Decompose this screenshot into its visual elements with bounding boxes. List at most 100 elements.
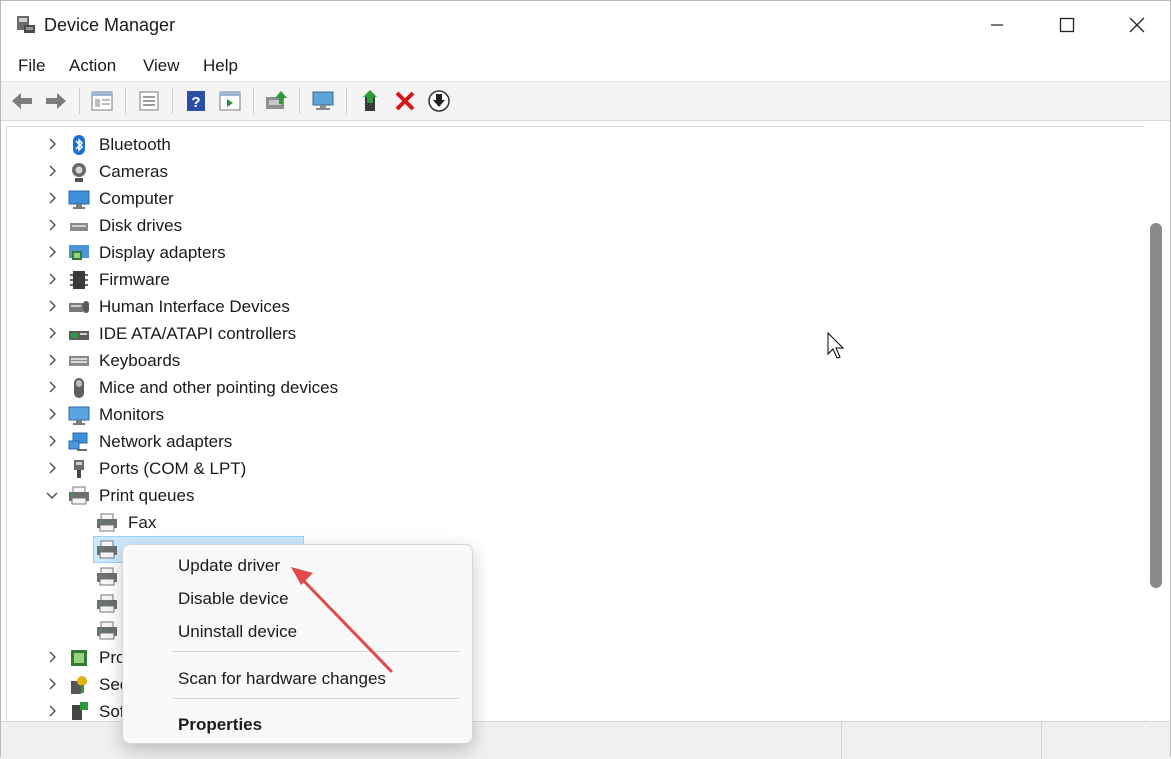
device-manager-icon xyxy=(17,16,35,33)
tree-category-hid[interactable]: Human Interface Devices xyxy=(7,293,1145,320)
scrollbar-thumb[interactable] xyxy=(1150,223,1162,588)
maximize-icon xyxy=(1059,17,1075,32)
chevron-right-icon[interactable] xyxy=(45,326,59,340)
action-pane-button[interactable] xyxy=(218,89,242,113)
tree-category-label: IDE ATA/ATAPI controllers xyxy=(99,324,297,343)
processor-icon xyxy=(71,650,87,666)
menu-scan-hardware[interactable]: Scan for hardware changes xyxy=(178,669,386,689)
tree-category-computer[interactable]: Computer xyxy=(7,185,1145,212)
uninstall-device-button[interactable] xyxy=(393,89,417,113)
tree-category-label: Ports (COM & LPT) xyxy=(99,459,247,478)
chevron-right-icon[interactable] xyxy=(45,299,59,313)
properties-icon xyxy=(139,91,159,111)
help-button[interactable]: ? xyxy=(184,89,208,113)
tree-category-label: Human Interface Devices xyxy=(99,297,290,316)
ide-controller-icon xyxy=(69,331,89,340)
computer-icon xyxy=(68,190,90,209)
chevron-right-icon[interactable] xyxy=(45,407,59,421)
context-menu: Update driver Disable device Uninstall d… xyxy=(122,544,473,744)
chevron-right-icon[interactable] xyxy=(45,677,59,691)
tree-category-bluetooth[interactable]: Bluetooth xyxy=(7,131,1145,158)
tree-item-print-queue[interactable]: Fax xyxy=(7,509,1145,536)
network-adapter-icon xyxy=(68,432,88,451)
show-hide-tree-icon xyxy=(91,91,113,111)
tree-category-network-adapter[interactable]: Network adapters xyxy=(7,428,1145,455)
security-device-icon xyxy=(71,676,87,694)
properties-button[interactable] xyxy=(137,89,161,113)
chevron-down-icon[interactable] xyxy=(45,488,59,502)
chevron-right-icon[interactable] xyxy=(45,650,59,664)
chevron-right-icon[interactable] xyxy=(45,461,59,475)
menu-help[interactable]: Help xyxy=(203,56,238,76)
menu-uninstall-device[interactable]: Uninstall device xyxy=(178,622,297,642)
printer-icon xyxy=(97,513,117,532)
back-button[interactable] xyxy=(10,89,34,113)
menu-update-driver[interactable]: Update driver xyxy=(178,556,280,576)
tree-category-display-adapter[interactable]: Display adapters xyxy=(7,239,1145,266)
action-pane-icon xyxy=(219,91,241,111)
scan-hardware-button[interactable] xyxy=(311,89,335,113)
port-icon xyxy=(74,460,84,478)
close-icon xyxy=(1129,17,1145,32)
chevron-right-icon[interactable] xyxy=(45,353,59,367)
chevron-right-icon[interactable] xyxy=(45,218,59,232)
tree-category-label: Mice and other pointing devices xyxy=(99,378,339,397)
maximize-button[interactable] xyxy=(1032,1,1102,48)
chevron-right-icon[interactable] xyxy=(45,704,59,718)
mouse-icon xyxy=(74,378,84,398)
tree-category-firmware[interactable]: Firmware xyxy=(7,266,1145,293)
enable-device-button[interactable] xyxy=(359,89,383,113)
status-segment xyxy=(841,722,1042,759)
tree-category-disk-drive[interactable]: Disk drives xyxy=(7,212,1145,239)
tree-category-port[interactable]: Ports (COM & LPT) xyxy=(7,455,1145,482)
update-driver-button[interactable] xyxy=(264,89,288,113)
scan-hardware-icon xyxy=(312,91,334,110)
tree-category-camera[interactable]: Cameras xyxy=(7,158,1145,185)
tree-category-label: Firmware xyxy=(99,270,170,289)
window-title: Device Manager xyxy=(44,15,176,35)
menu-bar: File Action View Help xyxy=(1,48,1170,82)
enable-device-icon xyxy=(363,90,377,111)
chevron-right-icon[interactable] xyxy=(45,137,59,151)
forward-button[interactable] xyxy=(44,89,68,113)
chevron-right-icon[interactable] xyxy=(45,434,59,448)
tree-category-label: Bluetooth xyxy=(99,135,171,154)
chevron-right-icon[interactable] xyxy=(45,272,59,286)
disable-device-button[interactable] xyxy=(427,89,451,113)
tree-category-printer[interactable]: Print queues xyxy=(7,482,1145,509)
bluetooth-icon xyxy=(73,135,85,155)
minimize-icon xyxy=(991,23,1003,26)
tree-category-keyboard[interactable]: Keyboards xyxy=(7,347,1145,374)
firmware-icon xyxy=(70,271,88,289)
menu-action[interactable]: Action xyxy=(69,56,116,76)
tree-category-ide-controller[interactable]: IDE ATA/ATAPI controllers xyxy=(7,320,1145,347)
vertical-scrollbar[interactable] xyxy=(1144,126,1170,720)
tree-item-label: Fax xyxy=(128,513,157,532)
tree-category-mouse[interactable]: Mice and other pointing devices xyxy=(7,374,1145,401)
menu-file[interactable]: File xyxy=(18,56,45,76)
display-adapter-icon xyxy=(69,245,89,260)
chevron-right-icon[interactable] xyxy=(45,245,59,259)
printer-icon xyxy=(97,540,117,559)
close-button[interactable] xyxy=(1102,1,1171,48)
show-hide-console-tree-button[interactable] xyxy=(90,89,114,113)
chevron-right-icon[interactable] xyxy=(45,380,59,394)
monitor-icon xyxy=(68,406,90,425)
menu-view[interactable]: View xyxy=(143,56,180,76)
tree-category-label: Monitors xyxy=(99,405,165,424)
back-icon xyxy=(12,93,32,109)
minimize-button[interactable] xyxy=(962,1,1032,48)
tree-category-label: Network adapters xyxy=(99,432,233,451)
menu-separator xyxy=(173,698,459,699)
printer-icon xyxy=(97,567,117,586)
menu-disable-device[interactable]: Disable device xyxy=(178,589,289,609)
camera-icon xyxy=(72,163,86,182)
status-segment xyxy=(1041,722,1171,759)
printer-icon xyxy=(69,486,89,505)
tree-category-monitor[interactable]: Monitors xyxy=(7,401,1145,428)
update-driver-icon xyxy=(266,91,287,109)
menu-properties[interactable]: Properties xyxy=(178,715,262,735)
chevron-right-icon[interactable] xyxy=(45,164,59,178)
forward-icon xyxy=(46,93,66,109)
chevron-right-icon[interactable] xyxy=(45,191,59,205)
